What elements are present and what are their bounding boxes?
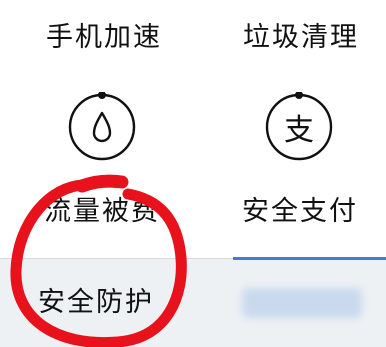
active-tab-indicator [233,257,386,260]
tab-blurred[interactable] [242,288,362,318]
phone-speedup-label[interactable]: 手机加速 [46,22,162,54]
data-usage-label[interactable]: 流量被费 [44,196,160,228]
tab-security-protection[interactable]: 安全防护 [38,287,154,319]
water-drop-icon[interactable] [67,92,137,162]
secure-payment-label[interactable]: 安全支付 [242,196,358,228]
screen: 手机加速 垃圾清理 支 流量被费 安全支付 安全防护 [0,0,386,347]
payment-icon[interactable]: 支 [264,92,334,162]
payment-glyph: 支 [284,113,314,148]
water-drop-icon-svg [68,92,136,161]
junk-cleanup-label[interactable]: 垃圾清理 [243,22,359,54]
